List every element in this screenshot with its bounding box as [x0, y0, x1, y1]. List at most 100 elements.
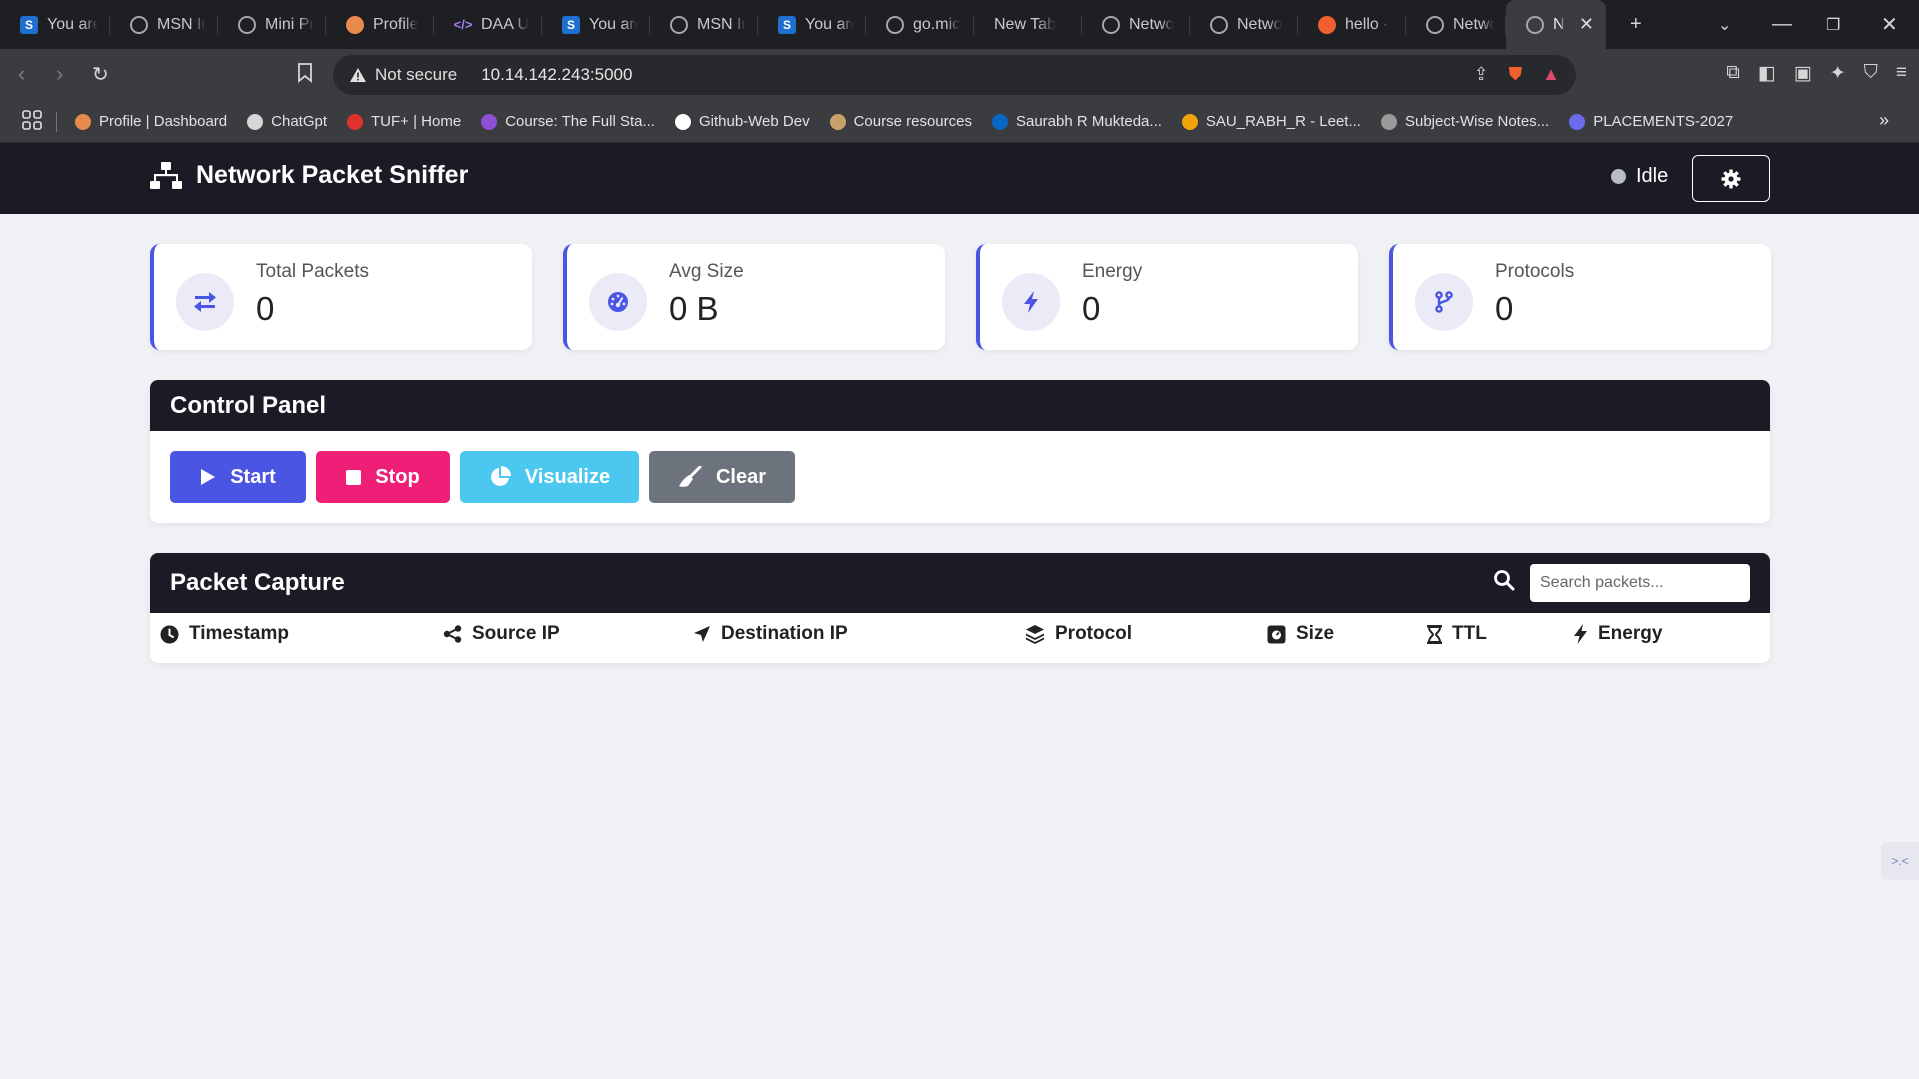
bookmark-item[interactable]: Course: The Full Sta...: [481, 113, 655, 130]
tab[interactable]: S You are: [0, 0, 110, 49]
more-bookmarks-icon[interactable]: »: [1879, 110, 1889, 131]
packet-capture-panel: Packet Capture: [150, 553, 1770, 663]
tab[interactable]: MSN Ir: [110, 0, 218, 49]
tab-label: New Tab: [994, 15, 1056, 33]
bookmark-favicon-icon: [991, 113, 1008, 130]
layer-group-icon: [1026, 625, 1044, 644]
column-label: Source IP: [472, 623, 560, 644]
column-header-destination-ip[interactable]: Destination IP: [693, 623, 848, 645]
menu-icon[interactable]: ≡: [1896, 62, 1907, 85]
bookmark-label: Saurabh R Mukteda...: [1015, 113, 1162, 130]
broom-icon: [678, 466, 702, 487]
bookmark-favicon-icon: [1380, 113, 1397, 130]
bookmark-label: Subject-Wise Notes...: [1404, 113, 1550, 130]
brave-rewards-icon[interactable]: ▲: [1542, 64, 1560, 85]
stat-card-energy: Energy 0: [976, 244, 1358, 350]
bookmark-item[interactable]: TUF+ | Home: [347, 113, 461, 130]
toolbar-icons: ⧉ ◧ ▣ ✦ ⛉ ≡: [1726, 62, 1907, 85]
column-header-protocol[interactable]: Protocol: [1025, 623, 1132, 645]
tab[interactable]: Mini Pr: [218, 0, 326, 49]
security-indicator[interactable]: Not secure: [349, 65, 457, 85]
tab-label: MSN Ir: [697, 15, 746, 33]
bolt-icon: [1024, 291, 1038, 313]
sidebar-icon[interactable]: ◧: [1758, 62, 1776, 85]
s-logo-icon: S: [778, 15, 796, 34]
bookmark-item[interactable]: Github-Web Dev: [674, 113, 810, 130]
leo-ai-icon[interactable]: ✦: [1830, 62, 1846, 85]
column-header-ttl[interactable]: TTL: [1427, 623, 1487, 645]
brave-shields-icon[interactable]: ⛊: [1509, 64, 1523, 85]
stop-button[interactable]: Stop: [316, 451, 450, 503]
tab[interactable]: New Tab: [974, 0, 1082, 49]
bookmark-label: Course resources: [853, 113, 972, 130]
bookmark-item[interactable]: Course resources: [829, 113, 972, 130]
bookmark-icon[interactable]: [297, 63, 313, 88]
globe-icon: [1102, 15, 1120, 34]
tab-search-chevron-icon[interactable]: ⌄: [1718, 0, 1731, 49]
tab[interactable]: Profile: [326, 0, 434, 49]
globe-icon: [1426, 15, 1444, 34]
tab[interactable]: S You are: [542, 0, 650, 49]
gear-icon: [1721, 169, 1741, 188]
column-header-energy[interactable]: Energy: [1573, 623, 1662, 645]
bookmark-label: Course: The Full Sta...: [505, 113, 655, 130]
wallet-icon[interactable]: ▣: [1794, 62, 1812, 85]
bookmark-label: ChatGpt: [271, 113, 328, 130]
vpn-icon[interactable]: ⛉: [1864, 62, 1878, 85]
reload-icon[interactable]: ↻: [92, 62, 109, 87]
globe-icon: [130, 15, 148, 34]
brave-icon: [1318, 15, 1336, 34]
tab[interactable]: S You are: [758, 0, 866, 49]
tab[interactable]: MSN Ir: [650, 0, 758, 49]
visualize-button[interactable]: Visualize: [460, 451, 639, 503]
bookmark-favicon-icon: [247, 113, 264, 130]
omnibox[interactable]: Not secure 10.14.142.243:5000 ⇪ ⛊ ▲: [333, 55, 1576, 95]
column-label: Timestamp: [189, 623, 289, 644]
tab-label: You are: [805, 15, 854, 33]
bookmark-item[interactable]: SAU_RABH_R - Leet...: [1181, 113, 1361, 130]
tab[interactable]: hello -: [1298, 0, 1406, 49]
new-tab-button[interactable]: +: [1630, 0, 1642, 49]
bookmark-item[interactable]: Saurabh R Mukteda...: [991, 113, 1162, 130]
visualize-label: Visualize: [524, 465, 611, 488]
forward-icon[interactable]: ›: [56, 61, 63, 87]
clear-button[interactable]: Clear: [649, 451, 795, 503]
bookmark-item[interactable]: Profile | Dashboard: [75, 113, 227, 130]
globe-icon: [1526, 15, 1544, 34]
back-icon[interactable]: ‹: [18, 61, 25, 87]
column-header-size[interactable]: Size: [1267, 623, 1334, 645]
url-text[interactable]: 10.14.142.243:5000: [481, 65, 632, 85]
bookmark-favicon-icon: [347, 113, 364, 130]
share-icon[interactable]: ⇪: [1474, 64, 1489, 85]
close-window-icon[interactable]: ✕: [1881, 0, 1898, 49]
tab-label: DAA U: [481, 15, 530, 33]
restore-icon[interactable]: ❐: [1826, 0, 1840, 49]
search-input[interactable]: [1530, 564, 1750, 602]
bookmark-item[interactable]: Subject-Wise Notes...: [1380, 113, 1550, 130]
side-widget-icon[interactable]: >.<: [1881, 842, 1919, 880]
bookmark-item[interactable]: ChatGpt: [247, 113, 327, 130]
location-arrow-icon: [694, 626, 710, 642]
close-tab-icon[interactable]: ✕: [1579, 14, 1594, 35]
column-header-source-ip[interactable]: Source IP: [443, 623, 560, 645]
tab[interactable]: Netwo: [1406, 0, 1506, 49]
tab[interactable]: Netwo: [1190, 0, 1298, 49]
tab[interactable]: </> DAA U: [434, 0, 542, 49]
start-button[interactable]: Start: [170, 451, 306, 503]
extensions-icon[interactable]: ⧉: [1726, 62, 1740, 85]
bookmark-item[interactable]: PLACEMENTS-2027: [1569, 113, 1733, 130]
stat-icon-circle: [176, 273, 234, 331]
apps-grid-icon[interactable]: [22, 109, 42, 134]
tab[interactable]: Netwo: [1082, 0, 1190, 49]
s-logo-icon: S: [20, 15, 38, 34]
column-header-timestamp[interactable]: Timestamp: [160, 623, 289, 645]
bookmark-favicon-icon: [1569, 113, 1586, 130]
bookmark-favicon-icon: [481, 113, 498, 130]
minimize-icon[interactable]: —: [1772, 0, 1792, 49]
tab-active[interactable]: Ne ✕: [1506, 0, 1606, 49]
security-label: Not secure: [375, 65, 458, 84]
tab[interactable]: go.mic: [866, 0, 974, 49]
settings-button[interactable]: [1692, 155, 1770, 202]
globe-icon: [886, 15, 904, 34]
column-label: Protocol: [1055, 623, 1133, 644]
